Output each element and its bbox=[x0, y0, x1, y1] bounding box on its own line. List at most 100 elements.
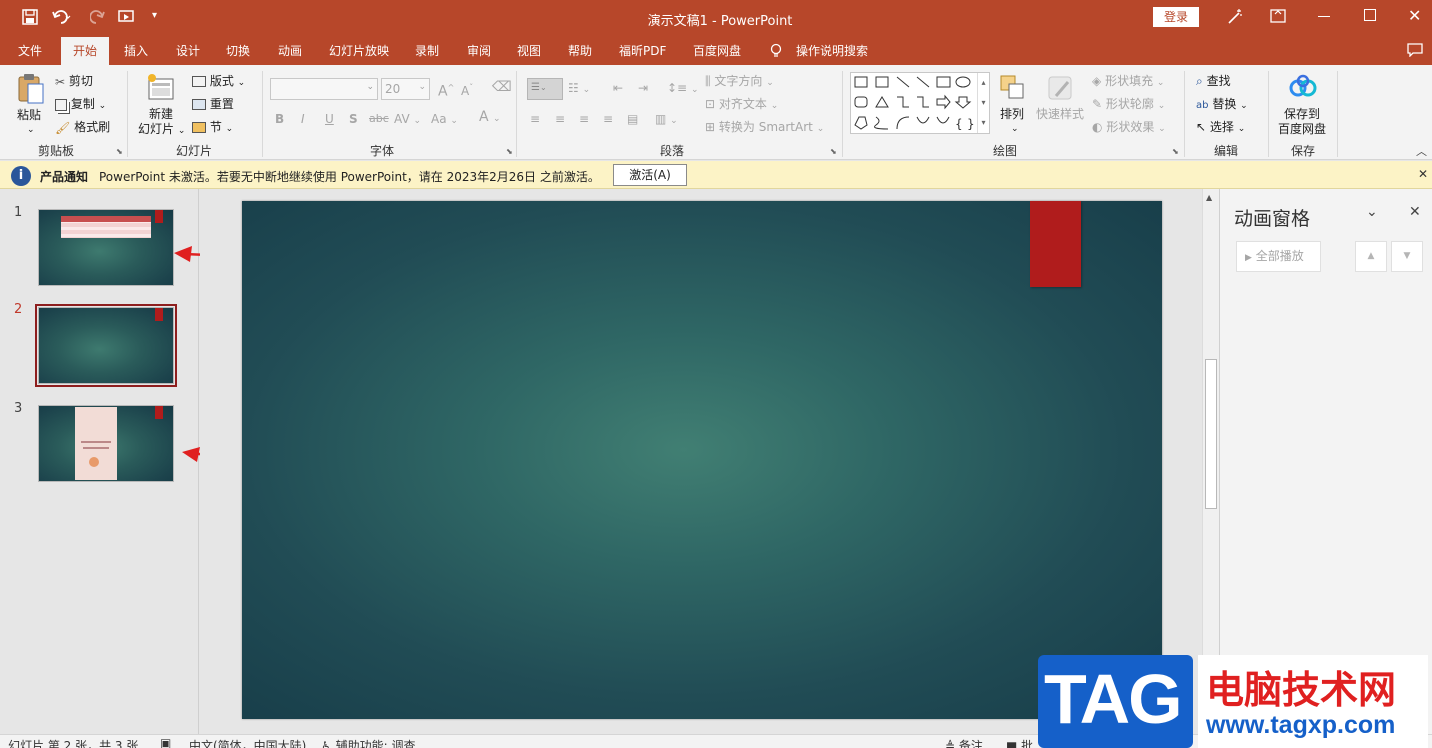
format-painter-button[interactable]: 🖌 格式刷 bbox=[55, 119, 110, 136]
bold-button[interactable]: B bbox=[275, 111, 284, 127]
change-case-button[interactable]: Aa ⌄ bbox=[431, 111, 458, 129]
move-down-button[interactable]: ▼ bbox=[1391, 241, 1423, 272]
tab-view[interactable]: 视图 bbox=[517, 37, 541, 65]
tab-baidu-netdisk[interactable]: 百度网盘 bbox=[693, 37, 741, 65]
char-spacing-button[interactable]: AV ⌄ bbox=[394, 111, 421, 129]
smartart-button[interactable]: ⊞ 转换为 SmartArt ⌄ bbox=[705, 119, 824, 137]
new-slide-label-1[interactable]: 新建 bbox=[149, 106, 173, 122]
underline-button[interactable]: U bbox=[325, 111, 334, 127]
layout-button[interactable]: 版式 ⌄ bbox=[192, 73, 245, 91]
tab-help[interactable]: 帮助 bbox=[568, 37, 592, 65]
increase-indent-icon[interactable]: ⇥ bbox=[638, 80, 648, 96]
find-button[interactable]: ⌕ 查找 bbox=[1196, 73, 1231, 89]
select-button[interactable]: ↖ 选择 ⌄ bbox=[1196, 119, 1245, 137]
increase-font-icon[interactable]: A^ bbox=[438, 80, 454, 100]
numbering-icon[interactable]: ☷ ⌄ bbox=[568, 80, 590, 98]
slide-thumbnail-1[interactable] bbox=[38, 209, 174, 286]
font-size-dropdown[interactable]: 20 ⌄ bbox=[381, 78, 430, 100]
accessibility-status[interactable]: ♿ 辅助功能: 调查 bbox=[321, 737, 415, 748]
line-spacing-icon[interactable]: ↕≡ ⌄ bbox=[667, 80, 698, 98]
scroll-up-icon[interactable]: ▲ bbox=[1206, 193, 1212, 202]
bullets-button[interactable]: ☰⌄ bbox=[527, 78, 563, 100]
paste-icon[interactable] bbox=[16, 73, 46, 105]
tab-insert[interactable]: 插入 bbox=[124, 37, 148, 65]
tab-animations[interactable]: 动画 bbox=[278, 37, 302, 65]
cut-button[interactable]: ✂ 剪切 bbox=[55, 73, 93, 90]
tab-review[interactable]: 审阅 bbox=[467, 37, 491, 65]
slide-red-tab[interactable] bbox=[1030, 201, 1081, 287]
strikethrough-button[interactable]: abc bbox=[369, 111, 389, 127]
save-baidu-label-1[interactable]: 保存到 bbox=[1284, 106, 1320, 122]
shapes-gallery[interactable]: {} ▴ ▾ ▾ bbox=[850, 72, 990, 134]
section-button[interactable]: 节 ⌄ bbox=[192, 119, 233, 137]
magic-wand-icon[interactable] bbox=[1226, 8, 1244, 26]
close-notification-icon[interactable]: ✕ bbox=[1418, 167, 1428, 181]
move-up-button[interactable]: ▲ bbox=[1355, 241, 1387, 272]
quick-styles-button[interactable]: 快速样式 bbox=[1036, 106, 1084, 122]
paste-dropdown-icon[interactable]: ⌄ bbox=[27, 122, 35, 138]
clipboard-launcher-icon[interactable]: ⬊ bbox=[116, 147, 123, 156]
new-slide-icon[interactable] bbox=[146, 73, 176, 103]
copy-button[interactable]: 复制 ⌄ bbox=[55, 96, 106, 114]
paste-button[interactable]: 粘贴 bbox=[17, 107, 41, 123]
align-text-button[interactable]: ⊡ 对齐文本 ⌄ bbox=[705, 96, 778, 114]
close-icon[interactable]: ✕ bbox=[1408, 6, 1421, 25]
font-launcher-icon[interactable]: ⬊ bbox=[506, 147, 513, 156]
align-left-icon[interactable]: ≡ bbox=[530, 111, 540, 127]
tab-design[interactable]: 设计 bbox=[176, 37, 200, 65]
italic-button[interactable]: I bbox=[301, 111, 305, 127]
comments-icon[interactable] bbox=[1407, 43, 1423, 58]
customize-toolbar-icon[interactable]: ▾ bbox=[152, 10, 157, 21]
shape-effects-button[interactable]: ◐ 形状效果 ⌄ bbox=[1092, 119, 1166, 137]
tab-home[interactable]: 开始 bbox=[61, 37, 110, 65]
align-right-icon[interactable]: ≡ bbox=[579, 111, 589, 127]
redo-icon[interactable] bbox=[89, 9, 106, 25]
align-center-icon[interactable]: ≡ bbox=[555, 111, 565, 127]
tab-file[interactable]: 文件 bbox=[18, 37, 42, 65]
notes-button[interactable]: ≜ 备注 bbox=[945, 737, 983, 748]
pane-options-icon[interactable]: ⌄ bbox=[1366, 204, 1378, 220]
play-all-button[interactable]: ▶ 全部播放 bbox=[1236, 241, 1321, 272]
font-name-dropdown[interactable]: ⌄ bbox=[270, 78, 378, 100]
paragraph-launcher-icon[interactable]: ⬊ bbox=[830, 147, 837, 156]
spellcheck-icon[interactable]: ▣ bbox=[160, 736, 171, 748]
comments-button[interactable]: ■ 批 bbox=[1006, 737, 1033, 748]
font-color-button[interactable]: A ⌄ bbox=[479, 109, 501, 127]
ribbon-display-icon[interactable] bbox=[1270, 9, 1286, 23]
tell-me-search[interactable]: 操作说明搜索 bbox=[796, 37, 868, 65]
drawing-launcher-icon[interactable]: ⬊ bbox=[1172, 147, 1179, 156]
activate-button[interactable]: 激活(A) bbox=[613, 164, 687, 186]
decrease-font-icon[interactable]: Aˇ bbox=[461, 80, 473, 99]
arrange-button[interactable]: 排列 bbox=[1000, 106, 1024, 122]
arrange-dropdown-icon[interactable]: ⌄ bbox=[1011, 121, 1019, 137]
arrange-icon[interactable] bbox=[999, 74, 1027, 102]
scroll-thumb[interactable] bbox=[1205, 359, 1217, 509]
text-direction-button[interactable]: ⫼ 文字方向 ⌄ bbox=[705, 73, 774, 91]
baidu-netdisk-icon[interactable] bbox=[1289, 74, 1317, 100]
quick-styles-icon[interactable] bbox=[1046, 74, 1076, 104]
present-from-start-icon[interactable] bbox=[118, 9, 138, 25]
clear-format-icon[interactable]: ⌫ bbox=[492, 79, 512, 95]
slide-thumbnail-2[interactable] bbox=[38, 307, 174, 384]
shape-outline-button[interactable]: ✎ 形状轮廓 ⌄ bbox=[1092, 96, 1165, 114]
vertical-scrollbar[interactable]: ▲ bbox=[1202, 189, 1219, 734]
shadow-button[interactable]: S bbox=[349, 111, 358, 127]
reset-button[interactable]: 重置 bbox=[192, 96, 234, 112]
shape-fill-button[interactable]: ◈ 形状填充 ⌄ bbox=[1092, 73, 1164, 91]
decrease-indent-icon[interactable]: ⇤ bbox=[613, 80, 623, 96]
justify-icon[interactable]: ≡ bbox=[603, 111, 613, 127]
new-slide-label-2[interactable]: 幻灯片 ⌄ bbox=[138, 121, 185, 139]
minimize-icon[interactable] bbox=[1318, 16, 1330, 17]
login-button[interactable]: 登录 bbox=[1153, 7, 1199, 27]
undo-icon[interactable] bbox=[52, 9, 72, 25]
tab-foxit-pdf[interactable]: 福昕PDF bbox=[619, 37, 666, 65]
distributed-icon[interactable]: ▤ bbox=[627, 111, 638, 127]
tab-slideshow[interactable]: 幻灯片放映 bbox=[329, 37, 389, 65]
replace-button[interactable]: ab 替换 ⌄ bbox=[1196, 96, 1248, 114]
current-slide[interactable] bbox=[242, 201, 1162, 719]
maximize-icon[interactable] bbox=[1364, 9, 1376, 21]
close-pane-icon[interactable]: ✕ bbox=[1409, 204, 1421, 220]
columns-icon[interactable]: ▥ ⌄ bbox=[655, 111, 678, 129]
tab-record[interactable]: 录制 bbox=[415, 37, 439, 65]
language-indicator[interactable]: 中文(简体，中国大陆) bbox=[189, 737, 306, 748]
